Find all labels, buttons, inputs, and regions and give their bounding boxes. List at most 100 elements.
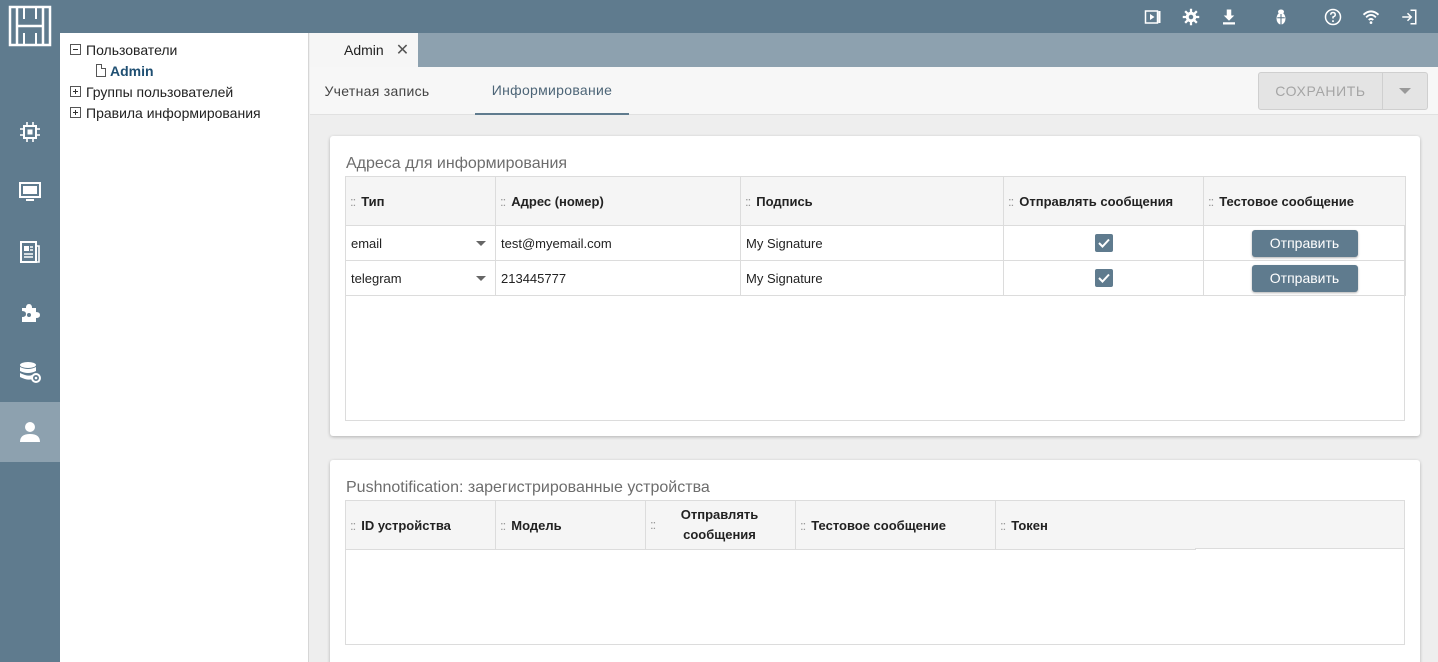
chip-icon[interactable] [0, 102, 60, 162]
push-devices-table: :: ID устройства :: Модель :: Отправлять с… [345, 500, 1196, 550]
address-cell[interactable]: test@myemail.com [495, 225, 741, 261]
send-test-button[interactable]: Отправить [1251, 229, 1358, 257]
play-screen-icon[interactable] [1134, 0, 1172, 33]
tree-node-groups[interactable]: Группы пользователей [60, 81, 308, 102]
send-checkbox[interactable] [1094, 269, 1113, 287]
column-header-signature[interactable]: :: Подпись [740, 176, 1004, 226]
drag-handle-icon[interactable]: :: [745, 194, 751, 209]
close-icon[interactable]: ✕ [396, 40, 409, 60]
push-title: Pushnotification: зарегистрированные уст… [346, 479, 710, 496]
tree-node-users[interactable]: Пользователи [60, 39, 308, 60]
addresses-panel: Адреса для информирования :: Тип :: Адрес … [330, 136, 1420, 436]
header-label: Подпись [756, 193, 813, 209]
tree-node-admin[interactable]: Admin [60, 60, 308, 81]
test-message-cell: Отправить [1203, 260, 1406, 296]
top-bar [0, 0, 1438, 33]
signature-cell[interactable]: My Signature [740, 260, 1004, 296]
download-icon[interactable] [1210, 0, 1248, 33]
database-settings-icon[interactable] [0, 342, 60, 402]
drag-handle-icon[interactable]: :: [1008, 194, 1014, 209]
test-message-cell: Отправить [1203, 225, 1406, 261]
top-toolbar [1134, 0, 1428, 33]
type-value: email [351, 235, 383, 251]
drag-handle-icon[interactable]: :: [350, 194, 356, 209]
address-cell[interactable]: 213445777 [495, 260, 741, 296]
user-icon[interactable] [0, 402, 60, 462]
tree-node-label: Пользователи [86, 41, 178, 58]
header-label: Тестовое сообщение [811, 517, 946, 533]
table-row: email test@myemail.com My Signature Отпр… [345, 225, 1406, 261]
header-label-line2: сообщения [683, 527, 756, 542]
column-header-type[interactable]: :: Тип [345, 176, 496, 226]
header-label: Отправлять сообщения [1019, 193, 1174, 209]
document-tab-strip: Admin ✕ [310, 33, 1438, 67]
drag-handle-icon[interactable]: :: [800, 518, 806, 533]
tab-label: Admin [344, 42, 384, 58]
send-checkbox-cell [1003, 260, 1204, 296]
drag-handle-icon[interactable]: :: [500, 518, 506, 533]
column-header-token[interactable]: :: Токен [995, 500, 1196, 550]
tab-account[interactable]: Учетная запись [322, 67, 432, 115]
chevron-down-icon[interactable] [1383, 73, 1427, 109]
header-label-line1: Отправлять [680, 507, 759, 522]
drag-handle-icon[interactable]: :: [500, 194, 506, 209]
tree-node-label: Admin [110, 62, 154, 79]
header-label: ID устройства [361, 517, 451, 533]
checkmark-icon [1097, 238, 1110, 248]
chevron-down-icon[interactable] [476, 240, 486, 246]
column-header-address[interactable]: :: Адрес (номер) [495, 176, 741, 226]
header-label: Тестовое сообщение [1219, 193, 1354, 209]
tree-node-label: Правила информирования [86, 104, 261, 121]
chevron-down-icon[interactable] [476, 275, 486, 281]
tab-info-label: Информирование [491, 82, 613, 98]
tab-info[interactable]: Информирование [475, 67, 629, 115]
left-rail [0, 33, 60, 662]
main-content: Адреса для информирования :: Тип :: Адрес … [310, 116, 1438, 662]
h-logo-icon[interactable] [8, 5, 52, 47]
sub-tabs: Учетная запись Информирование СОХРАНИТЬ [310, 67, 1438, 115]
tab-admin[interactable]: Admin ✕ [310, 33, 418, 67]
expand-icon[interactable] [70, 107, 81, 118]
drag-handle-icon[interactable]: :: [1000, 518, 1006, 533]
type-value: telegram [351, 270, 402, 286]
send-test-button[interactable]: Отправить [1251, 264, 1358, 292]
column-header-test-message[interactable]: :: Тестовое сообщение [795, 500, 996, 550]
header-label: Токен [1011, 517, 1048, 533]
header-label: Модель [511, 517, 562, 533]
logout-icon[interactable] [1390, 0, 1428, 33]
drag-handle-icon[interactable]: :: [350, 518, 356, 533]
column-header-test[interactable]: :: Тестовое сообщение [1203, 176, 1406, 226]
push-devices-panel: Pushnotification: зарегистрированные уст… [330, 460, 1420, 662]
header-label: Адрес (номер) [511, 193, 604, 209]
drag-handle-icon[interactable]: :: [650, 517, 656, 532]
header-label: Тип [361, 193, 385, 209]
document-list-icon[interactable] [0, 222, 60, 282]
gear-icon[interactable] [1172, 0, 1210, 33]
column-header-device-id[interactable]: :: ID устройства [345, 500, 496, 550]
header-filler [1195, 500, 1405, 549]
tab-account-label: Учетная запись [324, 83, 430, 99]
table-row: telegram 213445777 My Signature Отправит… [345, 260, 1406, 296]
column-header-send[interactable]: :: Отправлять сообщения [1003, 176, 1204, 226]
help-icon[interactable] [1314, 0, 1352, 33]
navigation-tree: Пользователи Admin Группы пользователей … [60, 33, 309, 662]
signature-cell[interactable]: My Signature [740, 225, 1004, 261]
column-header-send[interactable]: :: Отправлять сообщения [645, 500, 796, 550]
addresses-title: Адреса для информирования [346, 155, 568, 172]
type-select[interactable]: telegram [345, 260, 496, 296]
column-header-model[interactable]: :: Модель [495, 500, 646, 550]
document-icon [96, 64, 106, 77]
puzzle-icon[interactable] [0, 282, 60, 342]
save-button[interactable]: СОХРАНИТЬ [1259, 73, 1383, 109]
expand-icon[interactable] [70, 86, 81, 97]
drag-handle-icon[interactable]: :: [1208, 194, 1214, 209]
bug-icon[interactable] [1262, 0, 1300, 33]
type-select[interactable]: email [345, 225, 496, 261]
collapse-icon[interactable] [70, 44, 81, 55]
checkmark-icon [1097, 273, 1110, 283]
monitor-icon[interactable] [0, 162, 60, 222]
tree-node-rules[interactable]: Правила информирования [60, 102, 308, 123]
wifi-icon[interactable] [1352, 0, 1390, 33]
send-checkbox[interactable] [1094, 234, 1113, 252]
tree-node-label: Группы пользователей [86, 83, 234, 100]
